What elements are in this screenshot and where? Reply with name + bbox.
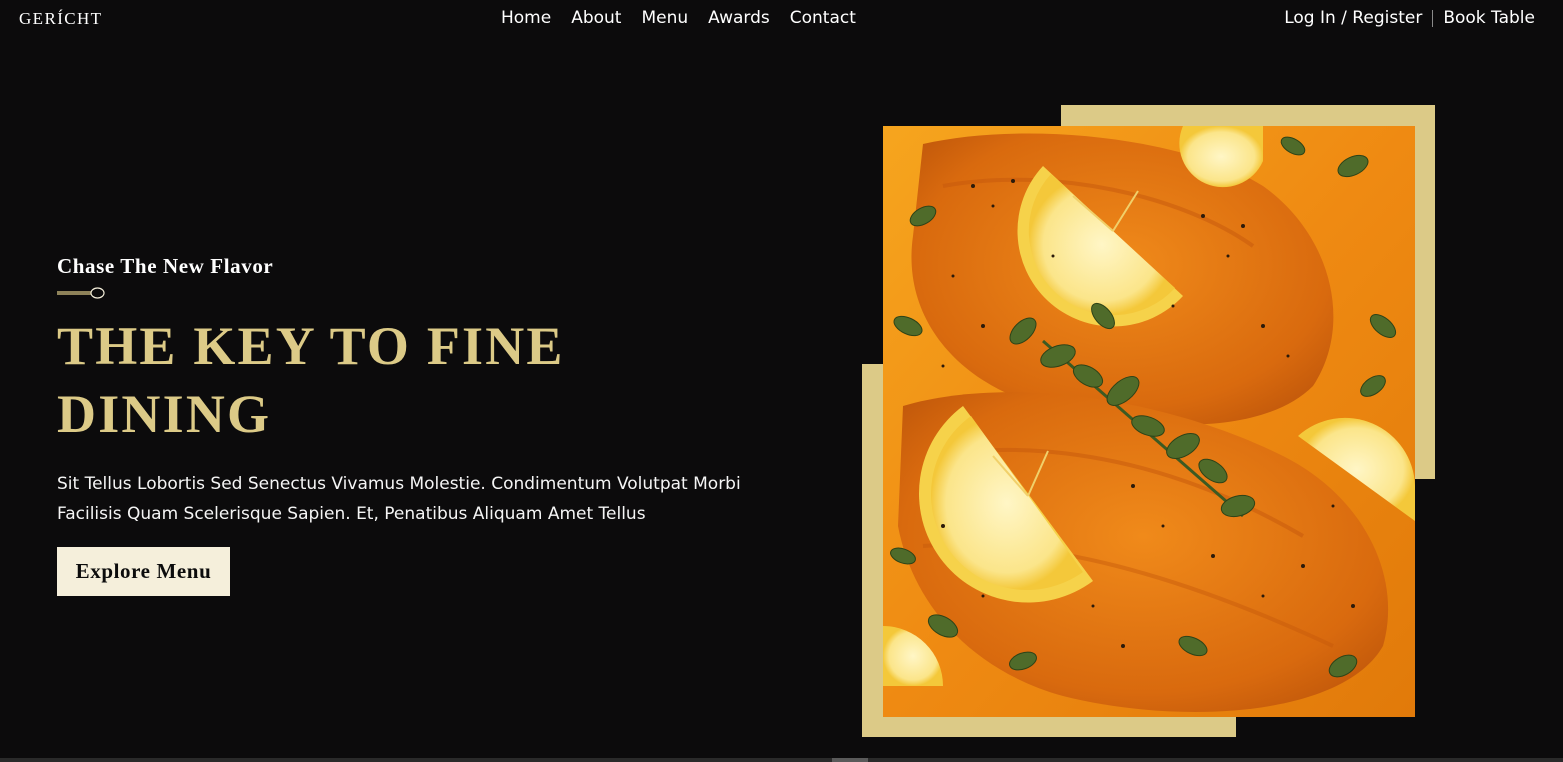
nav-home[interactable]: Home (501, 8, 551, 28)
book-table-link[interactable]: Book Table (1443, 8, 1535, 28)
hero-headline: THE KEY TO FINE DINING (57, 316, 565, 444)
nav-menu[interactable]: Menu (641, 8, 688, 28)
nav-divider (1432, 9, 1434, 27)
logo[interactable]: GERÍCHT (19, 9, 102, 29)
horizontal-scrollbar[interactable] (0, 758, 1563, 762)
spoon-icon (57, 287, 105, 299)
nav-contact[interactable]: Contact (790, 8, 856, 28)
hero-food-image (883, 126, 1415, 717)
hero-description: Sit Tellus Lobortis Sed Senectus Vivamus… (57, 474, 741, 524)
hero-subtitle: Chase The New Flavor (57, 254, 274, 278)
nav-awards[interactable]: Awards (708, 8, 770, 28)
explore-menu-button[interactable]: Explore Menu (57, 547, 230, 596)
login-register-link[interactable]: Log In / Register (1284, 8, 1422, 28)
nav-about[interactable]: About (571, 8, 621, 28)
main-nav: Home About Menu Awards Contact (501, 8, 876, 28)
scrollbar-thumb[interactable] (832, 758, 868, 762)
nav-right: Log In / Register Book Table (1284, 8, 1535, 28)
